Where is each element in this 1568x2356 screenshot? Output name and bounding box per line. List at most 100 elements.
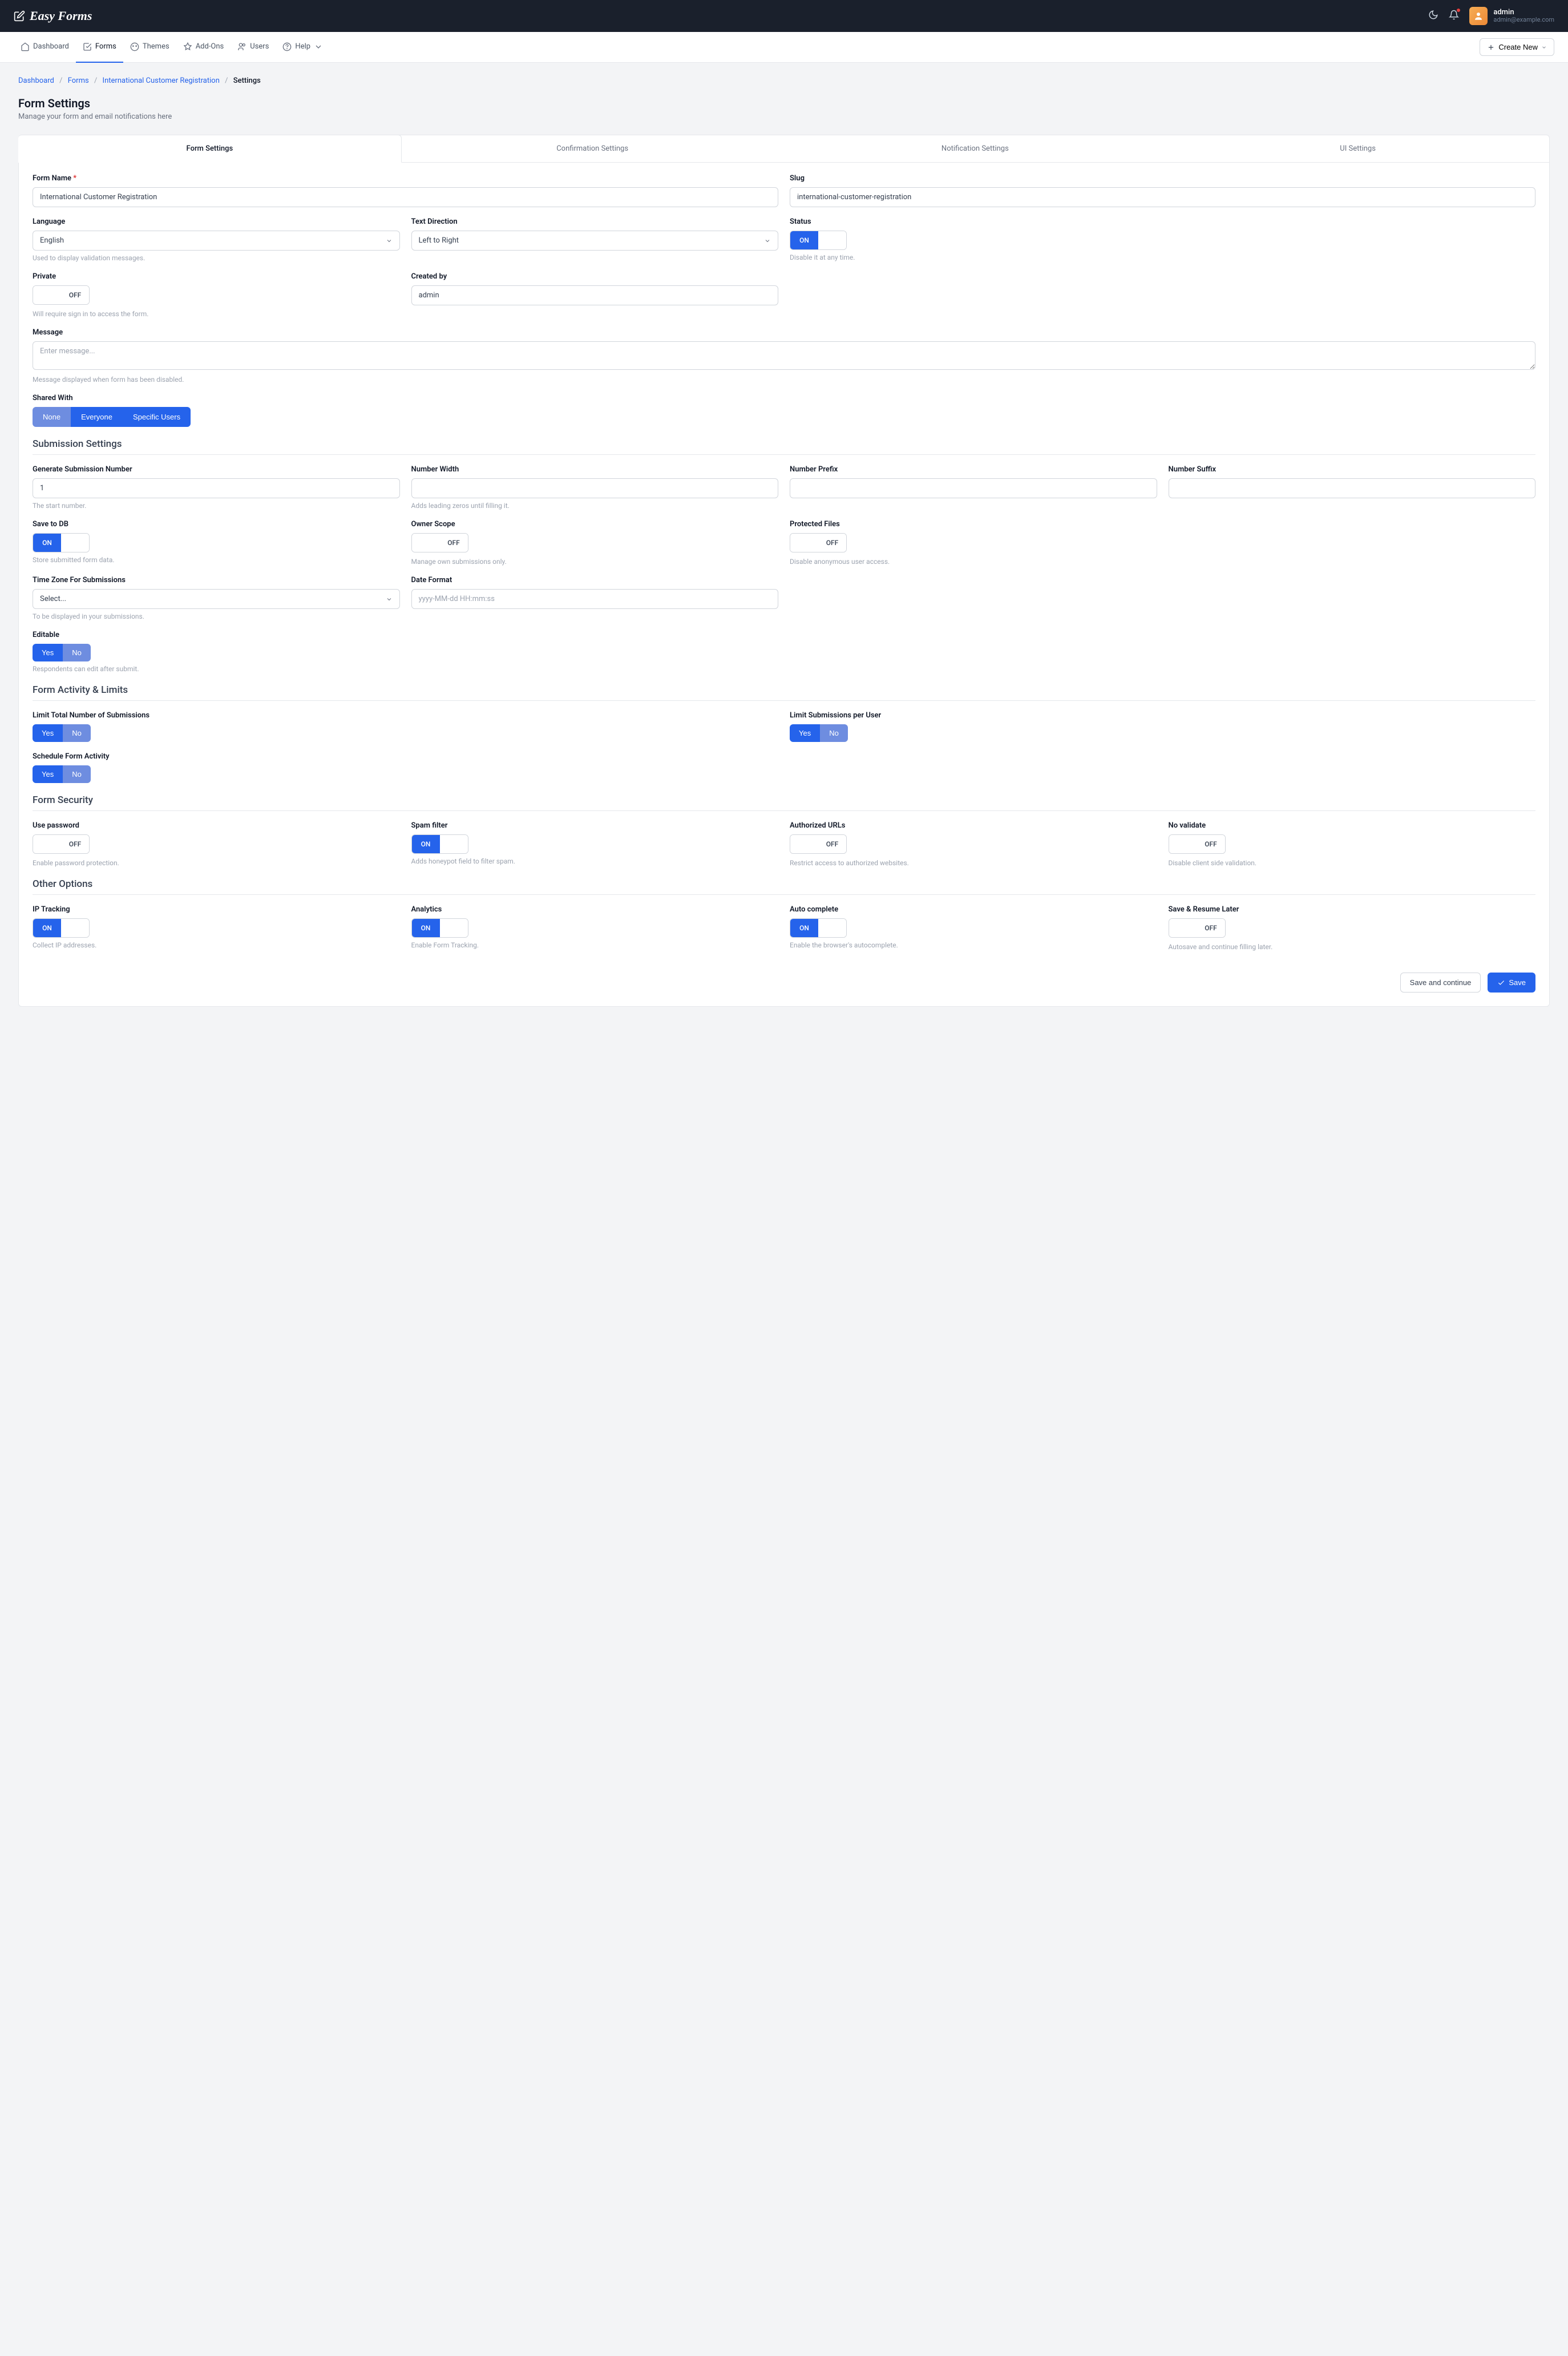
slug-input[interactable] (790, 187, 1535, 207)
plus-icon (1487, 43, 1495, 51)
shared-with-group: None Everyone Specific Users (33, 407, 191, 427)
num-width-label: Number Width (411, 465, 779, 474)
user-name: admin (1493, 9, 1554, 17)
breadcrumb-dashboard[interactable]: Dashboard (18, 76, 54, 85)
page-subtitle: Manage your form and email notifications… (18, 112, 1550, 121)
owner-scope-toggle[interactable]: OFF (411, 533, 468, 552)
limit-user-toggle[interactable]: Yes No (790, 724, 848, 742)
save-resume-toggle[interactable]: OFF (1169, 918, 1226, 938)
home-icon (21, 42, 30, 51)
date-format-label: Date Format (411, 576, 779, 584)
owner-scope-label: Owner Scope (411, 520, 779, 529)
submission-settings-title: Submission Settings (33, 438, 1535, 450)
save-db-toggle[interactable]: ON (33, 533, 90, 552)
tab-confirmation-settings[interactable]: Confirmation Settings (401, 135, 784, 162)
date-format-input[interactable] (411, 589, 779, 609)
breadcrumb: Dashboard / Forms / International Custom… (18, 76, 1550, 85)
security-title: Form Security (33, 794, 1535, 806)
num-prefix-label: Number Prefix (790, 465, 1157, 474)
other-title: Other Options (33, 878, 1535, 890)
theme-toggle-icon[interactable] (1428, 10, 1438, 22)
app-name: Easy Forms (30, 9, 92, 23)
save-button[interactable]: Save (1488, 973, 1535, 993)
breadcrumb-current: Settings (233, 76, 261, 85)
save-db-label: Save to DB (33, 520, 400, 529)
message-help: Message displayed when form has been dis… (33, 376, 1535, 384)
topbar: Easy Forms admin admin@example.com (0, 0, 1568, 32)
settings-card: Form Settings Confirmation Settings Noti… (18, 135, 1550, 1007)
tab-form-settings[interactable]: Form Settings (18, 135, 402, 163)
breadcrumb-form[interactable]: International Customer Registration (103, 76, 220, 85)
status-toggle[interactable]: ON (790, 231, 847, 250)
ip-tracking-toggle[interactable]: ON (33, 918, 90, 938)
gen-num-label: Generate Submission Number (33, 465, 400, 474)
chevron-down-icon (1541, 45, 1547, 50)
num-suffix-input[interactable] (1169, 478, 1536, 498)
created-by-input[interactable] (411, 285, 779, 305)
status-label: Status (790, 217, 1535, 226)
message-label: Message (33, 328, 1535, 337)
nav-forms[interactable]: Forms (76, 32, 123, 63)
palette-icon (130, 42, 139, 51)
help-icon (282, 42, 292, 51)
shared-specific-button[interactable]: Specific Users (123, 407, 191, 427)
shared-everyone-button[interactable]: Everyone (71, 407, 123, 427)
notifications-icon[interactable] (1449, 10, 1459, 22)
message-textarea[interactable] (33, 341, 1535, 370)
page-title: Form Settings (18, 96, 1550, 110)
autocomplete-toggle[interactable]: ON (790, 918, 847, 938)
editable-label: Editable (33, 631, 1535, 639)
app-logo[interactable]: Easy Forms (14, 9, 92, 23)
user-email: admin@example.com (1493, 17, 1554, 23)
limit-total-toggle[interactable]: Yes No (33, 724, 91, 742)
nav-themes[interactable]: Themes (123, 32, 176, 63)
text-direction-select[interactable]: Left to Right (411, 231, 779, 251)
editable-toggle[interactable]: Yes No (33, 644, 91, 661)
tab-notification-settings[interactable]: Notification Settings (784, 135, 1167, 162)
settings-tabs: Form Settings Confirmation Settings Noti… (19, 135, 1549, 163)
check-icon (1497, 979, 1505, 987)
gen-num-input[interactable] (33, 478, 400, 498)
limits-title: Form Activity & Limits (33, 684, 1535, 696)
num-prefix-input[interactable] (790, 478, 1157, 498)
tab-ui-settings[interactable]: UI Settings (1166, 135, 1549, 162)
language-label: Language (33, 217, 400, 226)
private-help: Will require sign in to access the form. (33, 310, 400, 318)
timezone-label: Time Zone For Submissions (33, 576, 400, 584)
chevron-down-icon (314, 42, 323, 51)
avatar (1469, 7, 1488, 25)
private-toggle[interactable]: OFF (33, 285, 90, 305)
no-validate-toggle[interactable]: OFF (1169, 834, 1226, 854)
language-select[interactable]: English (33, 231, 400, 251)
protected-files-label: Protected Files (790, 520, 1157, 529)
nav-dashboard[interactable]: Dashboard (14, 32, 76, 63)
created-by-label: Created by (411, 272, 779, 281)
analytics-toggle[interactable]: ON (411, 918, 468, 938)
schedule-toggle[interactable]: Yes No (33, 765, 91, 783)
check-square-icon (83, 42, 92, 51)
main-nav: Dashboard Forms Themes Add-Ons Users Hel… (0, 32, 1568, 63)
nav-addons[interactable]: Add-Ons (176, 32, 231, 63)
nav-help[interactable]: Help (276, 32, 330, 63)
puzzle-icon (183, 42, 192, 51)
form-name-label: Form Name * (33, 174, 778, 183)
spam-filter-toggle[interactable]: ON (411, 834, 468, 854)
text-direction-label: Text Direction (411, 217, 779, 226)
edit-icon (14, 10, 25, 22)
private-label: Private (33, 272, 400, 281)
save-continue-button[interactable]: Save and continue (1400, 973, 1481, 993)
num-suffix-label: Number Suffix (1169, 465, 1536, 474)
create-new-button[interactable]: Create New (1480, 38, 1554, 56)
user-menu[interactable]: admin admin@example.com (1469, 7, 1554, 25)
schedule-label: Schedule Form Activity (33, 752, 1535, 761)
timezone-select[interactable]: Select... (33, 589, 400, 609)
protected-files-toggle[interactable]: OFF (790, 533, 847, 552)
shared-none-button[interactable]: None (33, 407, 71, 427)
slug-label: Slug (790, 174, 1535, 183)
num-width-input[interactable] (411, 478, 779, 498)
breadcrumb-forms[interactable]: Forms (68, 76, 89, 85)
nav-users[interactable]: Users (231, 32, 276, 63)
password-toggle[interactable]: OFF (33, 834, 90, 854)
authorized-urls-toggle[interactable]: OFF (790, 834, 847, 854)
form-name-input[interactable] (33, 187, 778, 207)
